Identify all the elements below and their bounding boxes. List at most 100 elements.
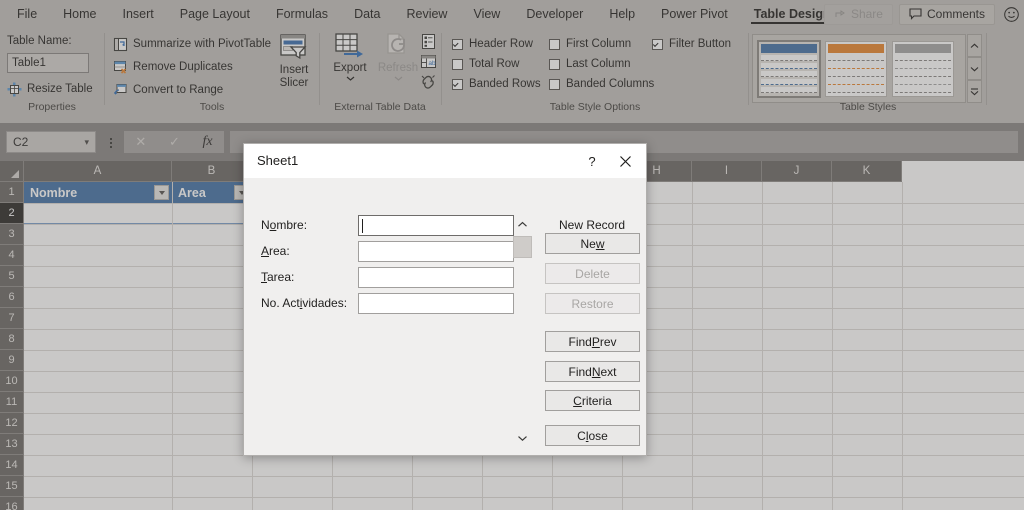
close-button[interactable]: Cl ose (545, 425, 640, 446)
ribbon-tab-file[interactable]: File (4, 0, 50, 28)
criteria-button[interactable]: Criteria (545, 390, 640, 411)
checkbox-total-row[interactable]: Total Row (452, 54, 541, 74)
ribbon-tab-power-pivot[interactable]: Power Pivot (648, 0, 741, 28)
table-column-header-nombre[interactable]: Nombre (24, 182, 172, 203)
ribbon-tab-developer[interactable]: Developer (513, 0, 596, 28)
summarize-with-pivottable-button[interactable]: Summarize with PivotTable (113, 33, 271, 55)
row-header-16[interactable]: 16 (0, 497, 24, 510)
styles-scroll-down-button[interactable] (967, 57, 982, 80)
feedback-smiley-icon[interactable] (1003, 6, 1020, 23)
insert-slicer-button[interactable]: Insert Slicer (270, 32, 318, 90)
insert-function-icon[interactable]: fx (203, 134, 213, 150)
row-header-14[interactable]: 14 (0, 455, 24, 476)
enter-formula-icon[interactable]: ✓ (169, 134, 180, 150)
table-styles-gallery[interactable] (752, 34, 966, 103)
ribbon-tab-insert[interactable]: Insert (110, 0, 167, 28)
row-header-11[interactable]: 11 (0, 392, 24, 413)
row-header-2[interactable]: 2 (0, 203, 24, 224)
checkbox-header-row[interactable]: Header Row (452, 34, 541, 54)
comments-button[interactable]: Comments (898, 3, 995, 25)
column-header-I[interactable]: I (692, 161, 762, 182)
convert-to-range-button[interactable]: Convert to Range (113, 79, 223, 101)
record-scroll-thumb[interactable] (513, 236, 532, 258)
ribbon-tab-page-layout[interactable]: Page Layout (167, 0, 263, 28)
table-style-orange-style[interactable] (825, 40, 887, 97)
field-input-area[interactable] (358, 241, 514, 262)
checkbox-banded-rows[interactable]: Banded Rows (452, 74, 541, 94)
refresh-chevron-down-icon[interactable] (393, 75, 404, 82)
row-header-15[interactable]: 15 (0, 476, 24, 497)
record-scroll-up-button[interactable] (510, 216, 534, 232)
open-in-browser-button[interactable]: ab (420, 53, 437, 73)
refresh-button[interactable]: Refresh (376, 32, 420, 82)
export-button[interactable]: Export (328, 32, 372, 82)
row-header-13[interactable]: 13 (0, 434, 24, 455)
row-header-3[interactable]: 3 (0, 224, 24, 245)
formula-bar-controls: ✕ ✓ fx (124, 131, 224, 153)
checkbox-icon (549, 38, 560, 50)
ribbon-tab-formulas[interactable]: Formulas (263, 0, 341, 28)
style-thumb-header (761, 43, 817, 53)
share-button[interactable]: Share (823, 3, 893, 25)
table-column-header-label: Nombre (30, 185, 78, 200)
name-box[interactable]: C2 ▾ (6, 131, 96, 153)
field-input-no-actividades[interactable] (358, 293, 514, 314)
chevron-up-icon (517, 221, 527, 227)
column-header-J[interactable]: J (762, 161, 832, 182)
row-header-10[interactable]: 10 (0, 371, 24, 392)
row-header-4[interactable]: 4 (0, 245, 24, 266)
ribbon-tab-home[interactable]: Home (50, 0, 109, 28)
remove-duplicates-button[interactable]: Remove Duplicates (113, 56, 233, 78)
new-button[interactable]: Ne w (545, 233, 640, 254)
checkbox-first-column[interactable]: First Column (549, 34, 654, 54)
row-header-9[interactable]: 9 (0, 350, 24, 371)
find-prev-button[interactable]: Find Prev (545, 331, 640, 352)
styles-scroll-up-button[interactable] (967, 34, 982, 57)
column-header-K[interactable]: K (832, 161, 902, 182)
table-style-grey-style[interactable] (892, 40, 954, 97)
column-header-B[interactable]: B (172, 161, 252, 182)
field-input-nombre[interactable] (358, 215, 514, 236)
row-header-5[interactable]: 5 (0, 266, 24, 287)
table-column-header-area[interactable]: Area (172, 182, 252, 203)
ribbon-tab-help[interactable]: Help (596, 0, 648, 28)
select-all-corner[interactable] (0, 161, 24, 182)
checkbox-banded-columns[interactable]: Banded Columns (549, 74, 654, 94)
row-header-8[interactable]: 8 (0, 329, 24, 350)
table-style-blue-style[interactable] (757, 39, 821, 98)
record-scroll-down-button[interactable] (510, 430, 534, 446)
row-header-7[interactable]: 7 (0, 308, 24, 329)
cancel-formula-icon[interactable]: ✕ (135, 134, 146, 150)
record-scrollbar[interactable] (510, 216, 534, 446)
dialog-help-button[interactable]: ? (582, 151, 602, 171)
row-header-1[interactable]: 1 (0, 182, 24, 203)
styles-more-button[interactable] (967, 80, 982, 103)
ribbon-tab-data[interactable]: Data (341, 0, 393, 28)
ribbon-tab-view[interactable]: View (460, 0, 513, 28)
chevron-down-icon (970, 66, 979, 71)
style-thumb-row (895, 62, 951, 69)
field-input-tarea[interactable] (358, 267, 514, 288)
ribbon-body: Table Name: Table1 Resize Table Properti… (0, 28, 1024, 115)
find-next-button[interactable]: Find Next (545, 361, 640, 382)
ribbon-tab-bar-right: Share Comments (823, 3, 1020, 25)
checkbox-last-column[interactable]: Last Column (549, 54, 654, 74)
dialog-close-button[interactable] (614, 151, 636, 171)
resize-table-button[interactable]: Resize Table (7, 78, 93, 100)
formula-bar-options-icon[interactable] (104, 135, 118, 151)
export-label: Export (333, 62, 367, 74)
checkbox-label: First Column (566, 38, 632, 50)
checkbox-filter-button[interactable]: Filter Button (652, 34, 731, 54)
properties-small-button[interactable] (420, 33, 437, 53)
unlink-button[interactable] (420, 73, 437, 93)
export-chevron-down-icon[interactable] (345, 75, 356, 82)
row-header-12[interactable]: 12 (0, 413, 24, 434)
filter-dropdown-icon[interactable] (154, 185, 169, 200)
column-header-A[interactable]: A (24, 161, 172, 182)
group-separator-4 (748, 33, 749, 105)
table-name-input[interactable]: Table1 (7, 53, 89, 73)
row-header-6[interactable]: 6 (0, 287, 24, 308)
style-thumb-header (895, 43, 951, 53)
checkbox-label: Header Row (469, 38, 533, 50)
ribbon-tab-review[interactable]: Review (393, 0, 460, 28)
